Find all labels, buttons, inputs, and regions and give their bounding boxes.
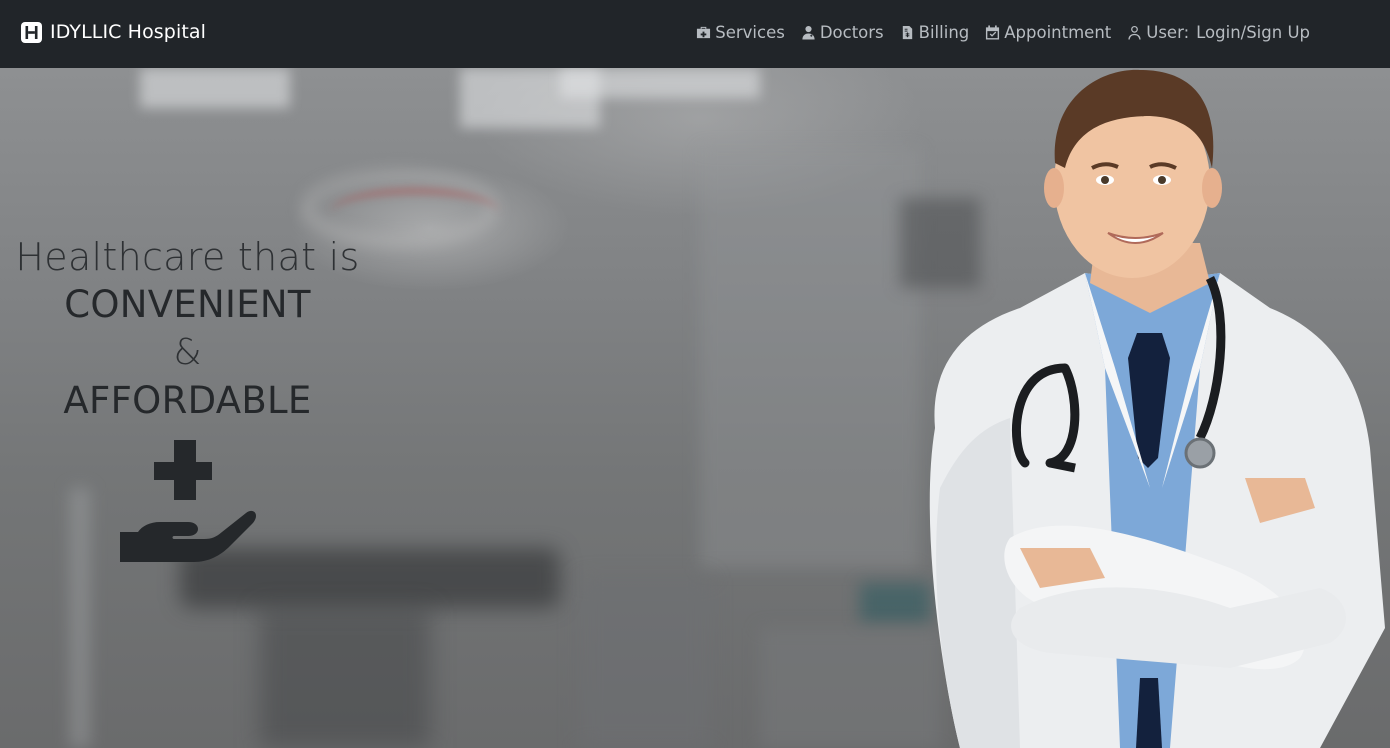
user-icon <box>1128 25 1141 40</box>
calendar-check-icon <box>986 24 1000 40</box>
cabinet <box>580 578 710 748</box>
ceiling-light <box>560 68 760 98</box>
wall-panel <box>700 148 920 568</box>
doctor-illustration <box>929 69 1385 748</box>
nav-doctors[interactable]: Doctors <box>801 23 884 42</box>
nav-appointment[interactable]: Appointment <box>985 23 1111 42</box>
tagline-convenient: CONVENIENT <box>64 283 311 326</box>
navbar: IDYLLIC Hospital Services Doctors Billin… <box>0 0 1390 68</box>
tagline-ampersand: & <box>173 332 202 373</box>
nav-services-label: Services <box>715 22 785 42</box>
nav-appointment-label: Appointment <box>1004 22 1112 42</box>
nav-doctors-label: Doctors <box>819 22 884 42</box>
nav-login-signup-label: Login/Sign Up <box>1196 22 1310 42</box>
nav-links: Services Doctors Billing Appointment Use… <box>696 0 1310 64</box>
user-doctor-icon <box>802 25 815 40</box>
ceiling-light <box>140 68 290 108</box>
pole <box>70 488 90 748</box>
brand-name: IDYLLIC Hospital <box>50 21 207 43</box>
hand-holding-medical-icon <box>120 440 256 562</box>
tagline-line1: Healthcare that is <box>15 235 360 279</box>
nav-services[interactable]: Services <box>696 23 785 42</box>
nav-user-label: User: <box>1146 22 1190 42</box>
hero-tagline: Healthcare that is CONVENIENT & AFFORDAB… <box>0 233 375 425</box>
tagline-affordable: AFFORDABLE <box>63 379 312 422</box>
nav-billing[interactable]: Billing <box>900 22 970 42</box>
nav-user-login[interactable]: User: Login/Sign Up <box>1127 23 1310 42</box>
nav-billing-label: Billing <box>918 22 970 42</box>
medkit-icon <box>697 26 711 38</box>
surgical-lamp-ring <box>330 188 500 238</box>
brand-link[interactable]: IDYLLIC Hospital <box>21 19 206 45</box>
invoice-icon <box>902 25 912 39</box>
operating-table-base <box>260 608 430 748</box>
hospital-icon <box>21 21 42 43</box>
